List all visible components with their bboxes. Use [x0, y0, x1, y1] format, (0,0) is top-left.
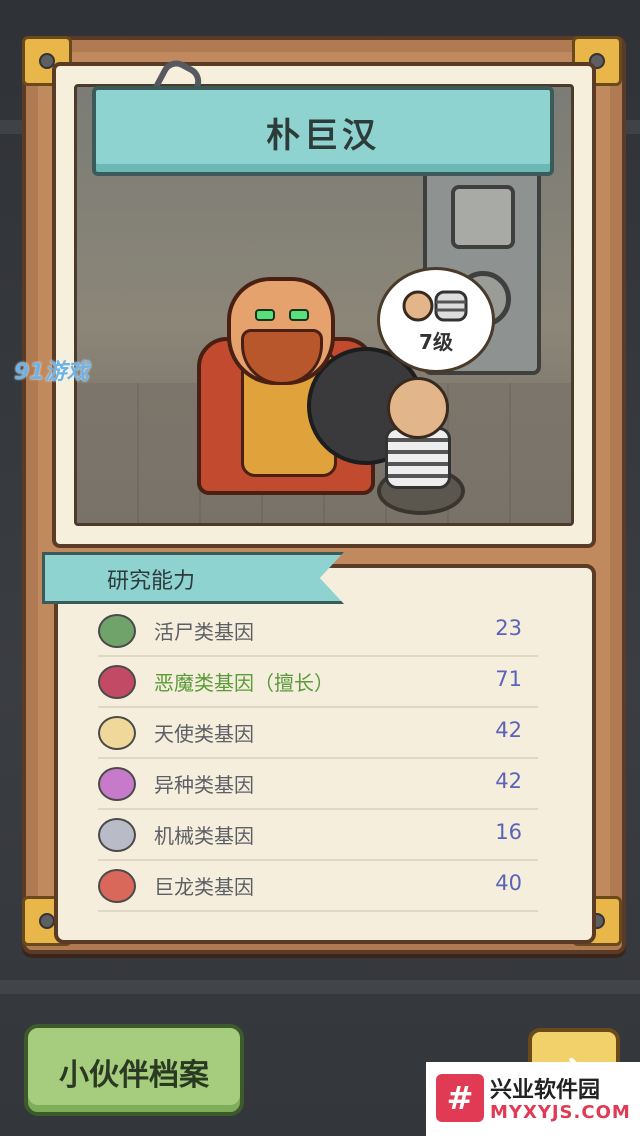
gene-name: 异种类基因: [154, 773, 254, 797]
zombie-icon: [98, 614, 136, 648]
character-eye: [289, 309, 309, 321]
gene-name: 天使类基因: [154, 722, 254, 746]
gene-name: 机械类基因: [154, 824, 254, 848]
character-name: 朴巨汉: [266, 116, 380, 156]
partner-archive-button[interactable]: 小伙伴档案: [24, 1024, 244, 1116]
gene-row: 异种类基因 42: [98, 759, 538, 810]
watermark-site-url: MYXYJS.COM: [490, 1102, 631, 1123]
watermark-left: 91游戏: [14, 360, 89, 385]
character-level: 7级: [419, 330, 453, 354]
prisoner-sprite: [377, 377, 457, 489]
character-head: [227, 277, 335, 385]
gene-row: 机械类基因 16: [98, 810, 538, 861]
gene-list: 活尸类基因 23 恶魔类基因（擅长） 71 天使类基因 42 异种类基因 42 机械类基因 16 巨…: [98, 606, 538, 912]
gene-row: 恶魔类基因（擅长） 71: [98, 657, 538, 708]
name-banner: 朴巨汉: [92, 86, 554, 176]
character-eye: [255, 309, 275, 321]
gene-value: 42: [495, 769, 522, 793]
gene-value: 42: [495, 718, 522, 742]
dragon-icon: [98, 869, 136, 903]
robot-icon: [98, 818, 136, 852]
watermark-site-name: 兴业软件园: [490, 1078, 601, 1103]
character-sprite: [187, 237, 425, 497]
gene-row: 活尸类基因 23: [98, 606, 538, 657]
character-beard: [241, 329, 323, 385]
gene-name: 活尸类基因: [154, 620, 254, 644]
partner-archive-label: 小伙伴档案: [59, 1058, 209, 1093]
hash-logo-icon: #: [436, 1074, 484, 1122]
alien-icon: [98, 767, 136, 801]
arm-wrestle-icon: [402, 290, 468, 322]
gene-row: 巨龙类基因 40: [98, 861, 538, 912]
prisoner-head: [387, 377, 449, 439]
angel-icon: [98, 716, 136, 750]
vault-door-window: [451, 185, 515, 249]
demon-icon: [98, 665, 136, 699]
research-tab: 研究能力: [42, 552, 344, 604]
level-bubble: 7级: [377, 267, 495, 373]
research-tab-label: 研究能力: [107, 569, 196, 594]
gene-value: 71: [495, 667, 522, 691]
gene-name: 恶魔类基因（擅长）: [154, 671, 334, 695]
watermark-box: # 兴业软件园 MYXYJS.COM: [426, 1062, 640, 1136]
gene-row: 天使类基因 42: [98, 708, 538, 759]
gene-value: 40: [495, 871, 522, 895]
background-pipe: [0, 980, 640, 994]
gene-name: 巨龙类基因: [154, 875, 254, 899]
gene-value: 16: [495, 820, 522, 844]
gene-value: 23: [495, 616, 522, 640]
